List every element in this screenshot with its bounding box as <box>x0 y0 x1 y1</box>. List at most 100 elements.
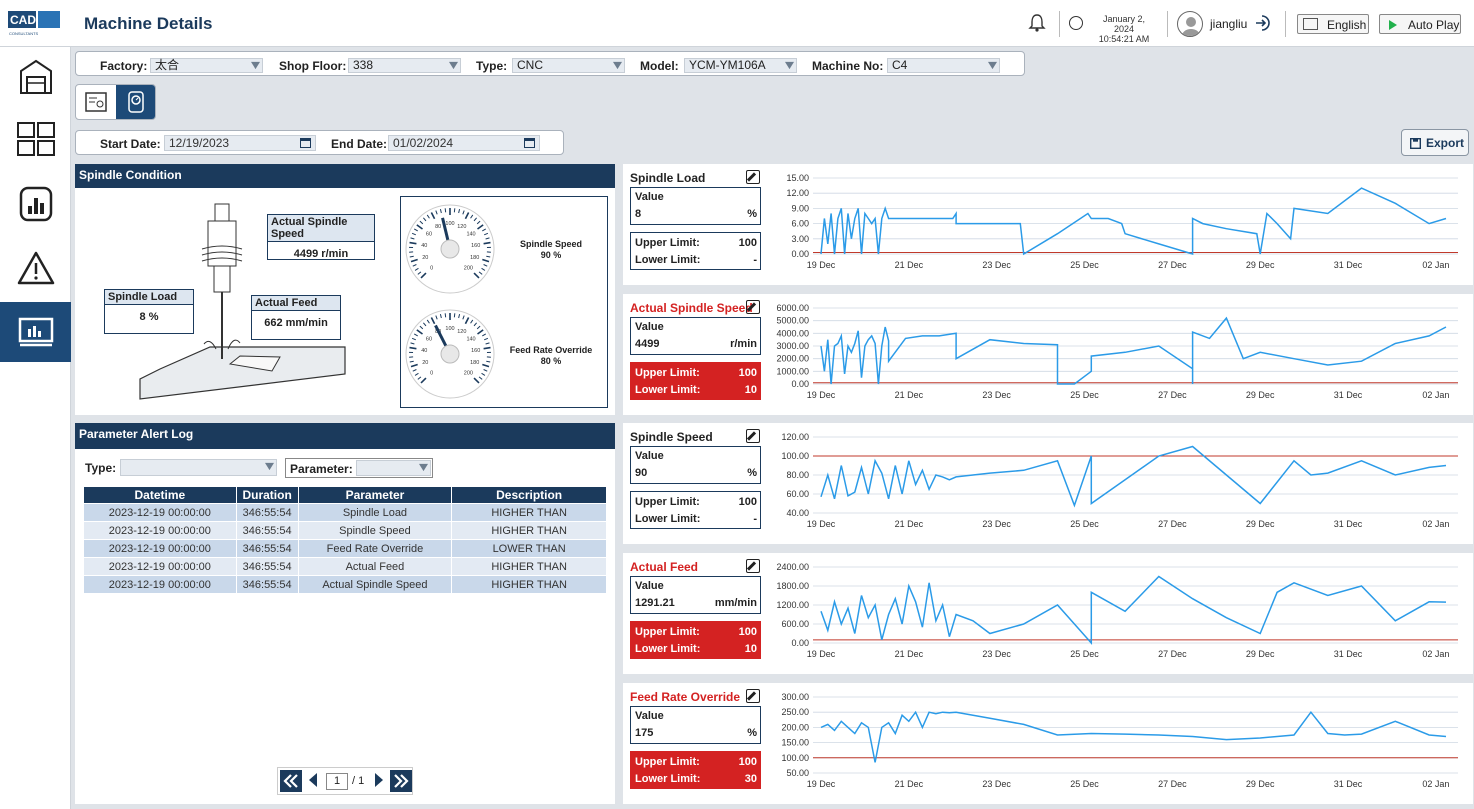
factory-select[interactable]: 太合 <box>150 58 263 73</box>
chevron-down-icon <box>449 61 458 70</box>
metric-panel-feed-rate-override: Feed Rate Override Value 175% Upper Limit: 1… <box>623 683 1473 804</box>
next-page-button[interactable] <box>368 770 390 792</box>
column-header[interactable]: Datetime <box>83 486 237 504</box>
table-row[interactable]: 2023-12-19 00:00:00 346:55:54 Actual Spind… <box>83 575 607 594</box>
page-input[interactable]: 1 <box>326 773 348 790</box>
column-header[interactable]: Description <box>451 486 607 504</box>
edit-icon[interactable] <box>746 300 760 314</box>
report-chart-icon <box>19 186 52 222</box>
cell-parameter: Spindle Load <box>297 503 453 522</box>
sidebar-item-machine-details[interactable] <box>0 302 71 362</box>
table-row[interactable]: 2023-12-19 00:00:00 346:55:54 Actual Feed H… <box>83 557 607 576</box>
prev-page-button[interactable] <box>304 770 326 792</box>
metric-value-box: Value 1291.21 mm/min <box>630 576 761 614</box>
machine-label: Machine No: <box>812 59 884 73</box>
y-tick-label: 5000.00 <box>776 316 809 326</box>
gauge-tick-label: 160 <box>471 348 480 354</box>
gauge-tick-label: 60 <box>426 337 432 343</box>
x-tick-label: 29 Dec <box>1246 519 1275 529</box>
metric-unit: % <box>747 208 757 220</box>
edit-icon[interactable] <box>746 170 760 184</box>
alert-type-select[interactable] <box>120 459 277 476</box>
autoplay-button[interactable]: Auto Play <box>1379 14 1461 34</box>
gauge-tick <box>483 346 491 350</box>
metric-unit: mm/min <box>714 597 757 609</box>
upper-limit-value: 100 <box>738 237 757 249</box>
edit-icon[interactable] <box>746 559 760 573</box>
x-tick-label: 29 Dec <box>1246 649 1275 659</box>
dashboard-view-button[interactable] <box>76 85 116 119</box>
gauge-tick-label: 0 <box>430 265 433 271</box>
gauge2-title: Feed Rate Override <box>509 345 593 355</box>
shopfloor-select[interactable]: 338 <box>348 58 461 73</box>
current-date: January 2, 2024 <box>1102 14 1146 34</box>
edit-icon[interactable] <box>746 689 760 703</box>
upper-limit-value: 100 <box>738 626 757 638</box>
column-header[interactable]: Duration <box>235 486 299 504</box>
y-tick-label: 4000.00 <box>776 328 809 338</box>
bell-icon[interactable] <box>1027 13 1047 33</box>
gauge-tick-label: 60 <box>426 232 432 238</box>
metric-limits-box: Upper Limit: 100 Lower Limit: - <box>630 232 761 270</box>
table-row[interactable]: 2023-12-19 00:00:00 346:55:54 Spindle Spee… <box>83 521 607 540</box>
logout-icon[interactable] <box>1254 14 1272 32</box>
sidebar-item-alerts[interactable] <box>0 238 71 298</box>
column-header[interactable]: Parameter <box>297 486 453 504</box>
y-tick-label: 50.00 <box>786 768 809 778</box>
x-tick-label: 29 Dec <box>1246 260 1275 270</box>
series-line <box>820 445 1447 508</box>
gauge-tick-label: 40 <box>421 243 427 249</box>
language-button[interactable]: English <box>1297 14 1369 34</box>
first-page-button[interactable] <box>280 770 302 792</box>
metric-title: Feed Rate Override <box>630 690 741 704</box>
sidebar-item-factory[interactable] <box>0 47 71 107</box>
y-tick-label: 0.00 <box>791 638 809 648</box>
autoplay-label: Auto Play <box>1408 18 1460 32</box>
sidebar-item-reports[interactable] <box>0 174 71 234</box>
date-range-bar: Start Date: 12/19/2023 End Date: 01/02/2… <box>75 130 564 155</box>
filter-bar: Factory: 太合 Shop Floor: 338 Type: CNC Mo… <box>75 51 1025 76</box>
start-date-value: 12/19/2023 <box>169 136 230 150</box>
shopfloor-value: 338 <box>353 58 374 72</box>
machine-select[interactable]: C4 <box>887 58 1000 73</box>
table-row[interactable]: 2023-12-19 00:00:00 346:55:54 Spindle Load… <box>83 503 607 522</box>
gauge-tick-label: 20 <box>422 360 428 366</box>
spindle-view-button[interactable] <box>116 85 155 119</box>
upper-limit-label: Upper Limit: <box>635 496 700 508</box>
gauge-dial: 020 40 6080 100120140 160 180 200 <box>405 204 495 294</box>
end-date-input[interactable]: 01/02/2024 <box>388 135 540 151</box>
last-page-button[interactable] <box>390 770 412 792</box>
series-line <box>820 187 1447 256</box>
type-select[interactable]: CNC <box>512 58 625 73</box>
datetime-display: January 2, 2024 10:54:21 AM <box>1092 14 1156 44</box>
y-tick-label: 200.00 <box>781 722 809 732</box>
metric-line-chart: 6000.00 5000.00 4000.00 3000.00 2000.00 1000.… <box>776 303 1458 400</box>
x-tick-label: 25 Dec <box>1070 779 1099 789</box>
x-tick-label: 21 Dec <box>895 390 924 400</box>
cell-parameter: Actual Spindle Speed <box>297 575 453 594</box>
x-tick-label: 02 Jan <box>1422 519 1449 529</box>
sidebar-item-machines[interactable] <box>0 109 71 169</box>
start-date-input[interactable]: 12/19/2023 <box>164 135 316 151</box>
edit-icon[interactable] <box>746 429 760 443</box>
y-tick-label: 150.00 <box>781 738 809 748</box>
x-tick-label: 29 Dec <box>1246 390 1275 400</box>
y-tick-label: 15.00 <box>786 173 809 183</box>
alert-log-title: Parameter Alert Log <box>75 423 615 449</box>
username: jiangliu <box>1210 17 1248 31</box>
upper-limit-label: Upper Limit: <box>635 237 700 249</box>
table-row[interactable]: 2023-12-19 00:00:00 346:55:54 Feed Rate Ov… <box>83 539 607 558</box>
y-tick-label: 80.00 <box>786 470 809 480</box>
chevron-down-icon <box>988 61 997 70</box>
y-tick-label: 1800.00 <box>776 581 809 591</box>
double-chevron-left-icon <box>283 774 298 788</box>
model-select[interactable]: YCM-YM106A <box>684 58 797 73</box>
lower-limit-label: Lower Limit: <box>635 513 701 525</box>
export-button[interactable]: Export <box>1401 129 1469 156</box>
y-tick-label: 6.00 <box>791 219 809 229</box>
value-label: Value <box>635 321 664 333</box>
avatar[interactable] <box>1177 11 1203 37</box>
x-tick-label: 29 Dec <box>1246 779 1275 789</box>
x-tick-label: 21 Dec <box>895 519 924 529</box>
alert-parameter-select[interactable] <box>356 460 431 476</box>
